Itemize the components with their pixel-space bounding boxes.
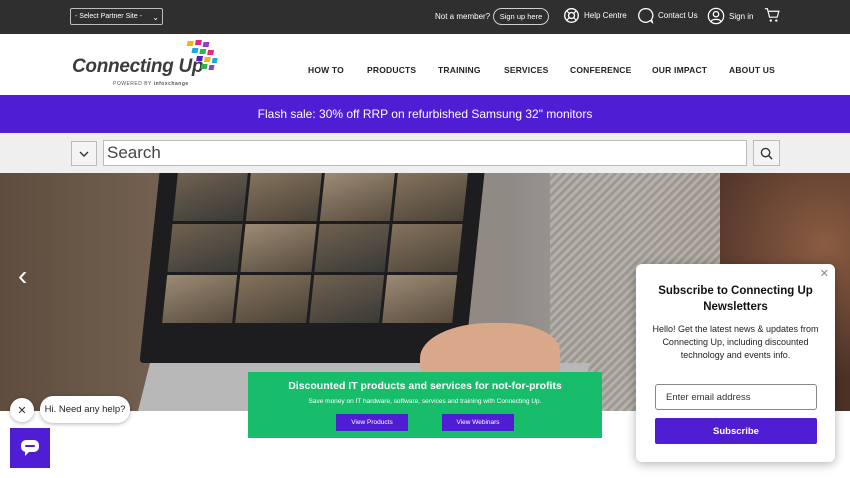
chat-icon [21,440,39,456]
nav-conference[interactable]: CONFERENCE [570,65,632,75]
chevron-down-icon: ⌄ [152,13,159,22]
logo-mosaic-icon [186,40,218,70]
search-button[interactable] [753,140,780,166]
chat-greeting-text: Hi. Need any help? [44,404,126,415]
chat-launcher-button[interactable] [10,428,50,468]
top-utility-bar: - Select Partner Site - ⌄ Not a member? … [0,0,850,34]
chat-dismiss-button[interactable]: ✕ [10,398,34,422]
promo-title: Discounted IT products and services for … [288,380,562,392]
chat-bubble-icon [638,8,654,24]
nav-our-impact[interactable]: OUR IMPACT [652,65,707,75]
nav-services[interactable]: SERVICES [504,65,548,75]
search-icon [760,147,773,160]
newsletter-email-input[interactable] [655,384,817,410]
user-icon [707,7,725,25]
lifebuoy-icon [564,8,579,23]
search-category-dropdown[interactable] [71,141,97,166]
nav-training[interactable]: TRAINING [438,65,481,75]
nav-how-to[interactable]: HOW TO [308,65,344,75]
close-icon: ✕ [17,404,27,417]
close-icon[interactable]: ✕ [820,267,829,280]
view-webinars-button[interactable]: View Webinars [442,414,514,431]
partner-site-select-value: - Select Partner Site - [75,13,142,20]
nav-products[interactable]: PRODUCTS [367,65,416,75]
partner-site-select[interactable]: - Select Partner Site - ⌄ [70,8,163,25]
nav-about-us[interactable]: ABOUT US [729,65,775,75]
help-centre-label: Help Centre [584,11,627,20]
help-centre-link[interactable]: Help Centre [563,7,627,24]
hero-image-video-call [162,173,468,323]
contact-us-link[interactable]: Contact Us [637,7,698,24]
promo-panel: Discounted IT products and services for … [248,372,602,438]
logo-wordmark: Connecting Up [72,56,204,77]
newsletter-popup: ✕ Subscribe to Connecting Up Newsletters… [636,264,835,462]
newsletter-title: Subscribe to Connecting Up Newsletters [658,285,813,313]
main-header: Connecting Up POWERED BY infoxchange HOW… [0,34,850,95]
shopping-cart-icon [764,8,780,22]
chat-greeting-bubble[interactable]: Hi. Need any help? [40,396,130,423]
cart-link[interactable] [764,7,781,24]
sign-in-label: Sign in [729,11,754,21]
not-member-text: Not a member? [435,12,491,21]
chevron-down-icon [79,151,89,157]
logo-powered-by: POWERED BY infoxchange [113,81,189,87]
subscribe-button[interactable]: Subscribe [655,418,817,444]
newsletter-description: Hello! Get the latest news & updates fro… [652,324,819,360]
sign-in-link[interactable]: Sign in [707,7,753,25]
carousel-prev-icon[interactable]: ‹ [18,261,42,291]
search-input[interactable] [103,140,747,166]
promo-subtitle: Save money on IT hardware, software, ser… [308,398,542,405]
signup-button[interactable]: Sign up here [493,8,549,25]
flash-sale-text: Flash sale: 30% off RRP on refurbished S… [257,107,593,121]
contact-us-label: Contact Us [658,11,698,20]
flash-sale-banner[interactable]: Flash sale: 30% off RRP on refurbished S… [0,95,850,133]
view-products-button[interactable]: View Products [336,414,408,431]
search-bar [0,133,850,173]
